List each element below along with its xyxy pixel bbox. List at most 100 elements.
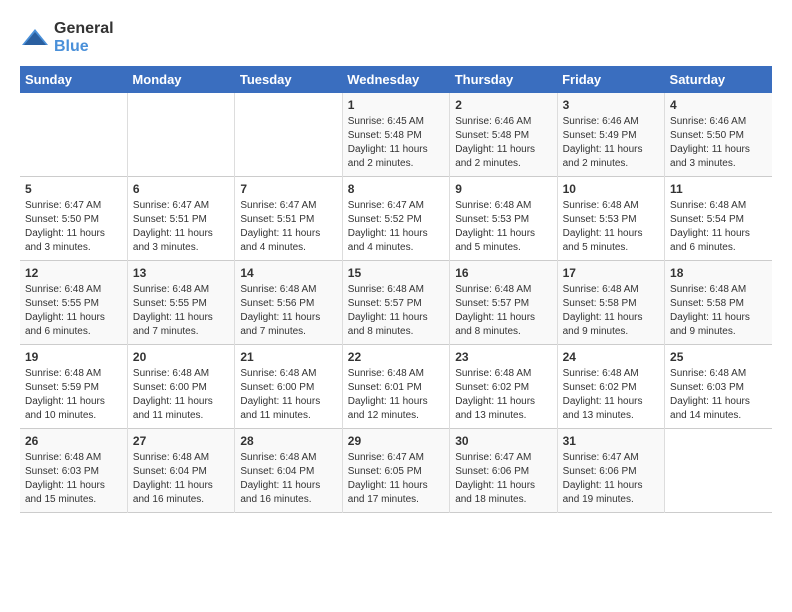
calendar-day-cell: 24 Sunrise: 6:48 AMSunset: 6:02 PMDayligh… bbox=[557, 345, 664, 429]
day-number: 15 bbox=[348, 266, 444, 280]
calendar-header: Sunday Monday Tuesday Wednesday Thursday… bbox=[20, 66, 772, 93]
day-number: 10 bbox=[563, 182, 659, 196]
calendar-week-row: 26Sunrise: 6:48 AMSunset: 6:03 PMDayligh… bbox=[20, 429, 772, 513]
day-number: 17 bbox=[563, 266, 659, 280]
calendar-day-cell: 20Sunrise: 6:48 AMSunset: 6:00 PMDayligh… bbox=[127, 345, 234, 429]
day-info: Sunrise: 6:47 AMSunset: 6:06 PMDaylight:… bbox=[455, 451, 551, 507]
calendar-week-row: 1 Sunrise: 6:45 AMSunset: 5:48 PMDaylight… bbox=[20, 93, 772, 177]
calendar-day-cell bbox=[127, 93, 234, 177]
calendar-day-cell: 2 Sunrise: 6:46 AMSunset: 5:48 PMDaylight… bbox=[450, 93, 557, 177]
day-number: 14 bbox=[240, 266, 336, 280]
day-info: Sunrise: 6:47 AMSunset: 5:51 PMDaylight:… bbox=[240, 199, 336, 255]
calendar-day-cell: 22 Sunrise: 6:48 AMSunset: 6:01 PMDayligh… bbox=[342, 345, 449, 429]
day-info: Sunrise: 6:48 AMSunset: 5:57 PMDaylight:… bbox=[455, 283, 551, 339]
day-info: Sunrise: 6:48 AMSunset: 5:58 PMDaylight:… bbox=[563, 283, 659, 339]
calendar-day-cell: 9 Sunrise: 6:48 AMSunset: 5:53 PMDaylight… bbox=[450, 177, 557, 261]
logo: General Blue bbox=[20, 20, 114, 56]
calendar-week-row: 5 Sunrise: 6:47 AMSunset: 5:50 PMDaylight… bbox=[20, 177, 772, 261]
day-info: Sunrise: 6:48 AMSunset: 6:04 PMDaylight:… bbox=[133, 451, 229, 507]
day-info: Sunrise: 6:47 AMSunset: 5:50 PMDaylight:… bbox=[25, 199, 122, 255]
day-number: 9 bbox=[455, 182, 551, 196]
calendar-day-cell: 3 Sunrise: 6:46 AMSunset: 5:49 PMDaylight… bbox=[557, 93, 664, 177]
day-info: Sunrise: 6:48 AMSunset: 5:55 PMDaylight:… bbox=[25, 283, 122, 339]
day-info: Sunrise: 6:48 AMSunset: 6:02 PMDaylight:… bbox=[455, 367, 551, 423]
day-number: 3 bbox=[563, 98, 659, 112]
calendar-day-cell bbox=[665, 429, 772, 513]
logo-icon bbox=[20, 27, 50, 49]
day-info: Sunrise: 6:48 AMSunset: 6:01 PMDaylight:… bbox=[348, 367, 444, 423]
day-info: Sunrise: 6:48 AMSunset: 5:53 PMDaylight:… bbox=[563, 199, 659, 255]
header-friday: Friday bbox=[557, 66, 664, 93]
day-number: 16 bbox=[455, 266, 551, 280]
calendar-day-cell bbox=[20, 93, 127, 177]
day-number: 1 bbox=[348, 98, 444, 112]
header-row: Sunday Monday Tuesday Wednesday Thursday… bbox=[20, 66, 772, 93]
day-info: Sunrise: 6:48 AMSunset: 6:03 PMDaylight:… bbox=[670, 367, 767, 423]
calendar-day-cell: 8 Sunrise: 6:47 AMSunset: 5:52 PMDaylight… bbox=[342, 177, 449, 261]
calendar-day-cell: 6Sunrise: 6:47 AMSunset: 5:51 PMDaylight… bbox=[127, 177, 234, 261]
calendar-day-cell: 7 Sunrise: 6:47 AMSunset: 5:51 PMDaylight… bbox=[235, 177, 342, 261]
calendar-day-cell: 14 Sunrise: 6:48 AMSunset: 5:56 PMDayligh… bbox=[235, 261, 342, 345]
day-info: Sunrise: 6:48 AMSunset: 5:58 PMDaylight:… bbox=[670, 283, 767, 339]
day-info: Sunrise: 6:47 AMSunset: 6:05 PMDaylight:… bbox=[348, 451, 444, 507]
day-number: 13 bbox=[133, 266, 229, 280]
day-info: Sunrise: 6:46 AMSunset: 5:50 PMDaylight:… bbox=[670, 115, 767, 171]
day-number: 8 bbox=[348, 182, 444, 196]
calendar-day-cell: 28Sunrise: 6:48 AMSunset: 6:04 PMDayligh… bbox=[235, 429, 342, 513]
header-monday: Monday bbox=[127, 66, 234, 93]
header-thursday: Thursday bbox=[450, 66, 557, 93]
calendar-week-row: 12 Sunrise: 6:48 AMSunset: 5:55 PMDayligh… bbox=[20, 261, 772, 345]
day-info: Sunrise: 6:48 AMSunset: 5:55 PMDaylight:… bbox=[133, 283, 229, 339]
header-tuesday: Tuesday bbox=[235, 66, 342, 93]
calendar-day-cell: 26Sunrise: 6:48 AMSunset: 6:03 PMDayligh… bbox=[20, 429, 127, 513]
calendar-day-cell: 13 Sunrise: 6:48 AMSunset: 5:55 PMDayligh… bbox=[127, 261, 234, 345]
calendar-table: Sunday Monday Tuesday Wednesday Thursday… bbox=[20, 66, 772, 513]
day-number: 30 bbox=[455, 434, 551, 448]
calendar-day-cell: 18Sunrise: 6:48 AMSunset: 5:58 PMDayligh… bbox=[665, 261, 772, 345]
day-info: Sunrise: 6:48 AMSunset: 5:56 PMDaylight:… bbox=[240, 283, 336, 339]
day-info: Sunrise: 6:48 AMSunset: 5:53 PMDaylight:… bbox=[455, 199, 551, 255]
day-number: 29 bbox=[348, 434, 444, 448]
day-number: 27 bbox=[133, 434, 229, 448]
day-info: Sunrise: 6:47 AMSunset: 5:52 PMDaylight:… bbox=[348, 199, 444, 255]
calendar-body: 1 Sunrise: 6:45 AMSunset: 5:48 PMDaylight… bbox=[20, 93, 772, 513]
day-number: 19 bbox=[25, 350, 122, 364]
day-info: Sunrise: 6:47 AMSunset: 5:51 PMDaylight:… bbox=[133, 199, 229, 255]
calendar-day-cell: 23 Sunrise: 6:48 AMSunset: 6:02 PMDayligh… bbox=[450, 345, 557, 429]
day-number: 24 bbox=[563, 350, 659, 364]
calendar-day-cell: 29 Sunrise: 6:47 AMSunset: 6:05 PMDayligh… bbox=[342, 429, 449, 513]
logo-general: General bbox=[54, 20, 114, 37]
calendar-day-cell bbox=[235, 93, 342, 177]
day-info: Sunrise: 6:48 AMSunset: 6:02 PMDaylight:… bbox=[563, 367, 659, 423]
header-wednesday: Wednesday bbox=[342, 66, 449, 93]
day-number: 7 bbox=[240, 182, 336, 196]
header-sunday: Sunday bbox=[20, 66, 127, 93]
calendar-day-cell: 30 Sunrise: 6:47 AMSunset: 6:06 PMDayligh… bbox=[450, 429, 557, 513]
day-info: Sunrise: 6:46 AMSunset: 5:49 PMDaylight:… bbox=[563, 115, 659, 171]
day-number: 25 bbox=[670, 350, 767, 364]
day-info: Sunrise: 6:47 AMSunset: 6:06 PMDaylight:… bbox=[563, 451, 659, 507]
day-number: 26 bbox=[25, 434, 122, 448]
calendar-week-row: 19Sunrise: 6:48 AMSunset: 5:59 PMDayligh… bbox=[20, 345, 772, 429]
day-info: Sunrise: 6:46 AMSunset: 5:48 PMDaylight:… bbox=[455, 115, 551, 171]
day-info: Sunrise: 6:45 AMSunset: 5:48 PMDaylight:… bbox=[348, 115, 444, 171]
day-number: 31 bbox=[563, 434, 659, 448]
day-number: 21 bbox=[240, 350, 336, 364]
day-number: 23 bbox=[455, 350, 551, 364]
logo-text: General Blue bbox=[54, 20, 114, 56]
day-number: 12 bbox=[25, 266, 122, 280]
calendar-day-cell: 1 Sunrise: 6:45 AMSunset: 5:48 PMDaylight… bbox=[342, 93, 449, 177]
calendar-day-cell: 15Sunrise: 6:48 AMSunset: 5:57 PMDayligh… bbox=[342, 261, 449, 345]
calendar-day-cell: 17 Sunrise: 6:48 AMSunset: 5:58 PMDayligh… bbox=[557, 261, 664, 345]
day-info: Sunrise: 6:48 AMSunset: 6:00 PMDaylight:… bbox=[240, 367, 336, 423]
calendar-day-cell: 10 Sunrise: 6:48 AMSunset: 5:53 PMDayligh… bbox=[557, 177, 664, 261]
calendar-day-cell: 12 Sunrise: 6:48 AMSunset: 5:55 PMDayligh… bbox=[20, 261, 127, 345]
calendar-day-cell: 16 Sunrise: 6:48 AMSunset: 5:57 PMDayligh… bbox=[450, 261, 557, 345]
day-number: 5 bbox=[25, 182, 122, 196]
day-number: 22 bbox=[348, 350, 444, 364]
calendar-day-cell: 4Sunrise: 6:46 AMSunset: 5:50 PMDaylight… bbox=[665, 93, 772, 177]
day-number: 2 bbox=[455, 98, 551, 112]
calendar-day-cell: 21 Sunrise: 6:48 AMSunset: 6:00 PMDayligh… bbox=[235, 345, 342, 429]
calendar-day-cell: 31 Sunrise: 6:47 AMSunset: 6:06 PMDayligh… bbox=[557, 429, 664, 513]
day-number: 28 bbox=[240, 434, 336, 448]
